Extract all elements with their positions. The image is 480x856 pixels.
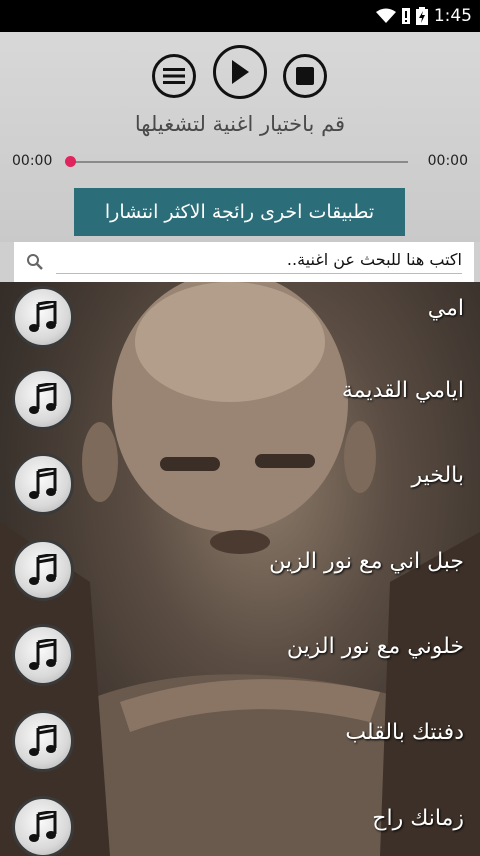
song-title: خلوني مع نور الزين [286,634,464,659]
signal-icon [401,8,410,24]
music-note-button[interactable] [12,796,74,856]
now-playing-text: قم باختيار اغنية لتشغيلها [134,112,346,136]
song-item[interactable]: بالخير [0,453,480,539]
music-note-button[interactable] [12,368,74,430]
search-icon[interactable] [26,253,44,271]
search-box[interactable]: اكتب هنا للبحث عن اغنية.. [14,242,474,282]
music-note-icon [29,301,57,332]
song-title: امي [427,296,464,321]
song-title: دفنتك بالقلب [345,720,464,745]
music-note-icon [29,468,57,499]
song-item[interactable]: دفنتك بالقلب [0,710,480,796]
seek-bar[interactable] [70,161,408,163]
search-input[interactable]: اكتب هنا للبحث عن اغنية.. [56,250,462,274]
elapsed-time: 00:00 [12,153,53,169]
music-note-button[interactable] [12,539,74,601]
music-note-icon [29,554,57,585]
status-time: 1:45 [433,6,472,26]
wifi-icon [375,8,396,23]
music-note-button[interactable] [12,286,74,348]
music-note-button[interactable] [12,453,74,515]
song-title: ايامي القديمة [341,378,464,403]
song-item[interactable]: ايامي القديمة [0,368,480,454]
music-note-icon [29,811,57,842]
menu-icon [163,68,185,84]
song-item[interactable]: جبل اني مع نور الزين [0,539,480,625]
status-bar: 1:45 [0,0,480,32]
music-note-button[interactable] [12,624,74,686]
song-title: جبل اني مع نور الزين [269,549,464,574]
song-item[interactable]: خلوني مع نور الزين [0,624,480,710]
song-item[interactable]: امي [0,286,480,372]
battery-icon [415,7,428,25]
song-title: زمانك راح [372,806,464,831]
player-panel: قم باختيار اغنية لتشغيلها 00:00 00:00 تط… [0,32,480,242]
stop-button[interactable] [283,54,327,98]
play-icon [232,60,249,84]
music-note-button[interactable] [12,710,74,772]
duration-time: 00:00 [427,153,468,169]
more-apps-button[interactable]: تطبيقات اخرى رائجة الاكثر انتشارا [74,188,405,236]
song-item[interactable]: زمانك راح [0,796,480,856]
stop-icon [296,67,314,85]
music-note-icon [29,383,57,414]
play-button[interactable] [213,45,267,99]
song-title: بالخير [411,463,464,488]
seek-thumb[interactable] [65,156,76,167]
menu-button[interactable] [152,54,196,98]
music-note-icon [29,639,57,670]
song-list: امي ايامي القديمة بالخير جبل اني مع نور الز… [0,282,480,856]
music-note-icon [29,725,57,756]
